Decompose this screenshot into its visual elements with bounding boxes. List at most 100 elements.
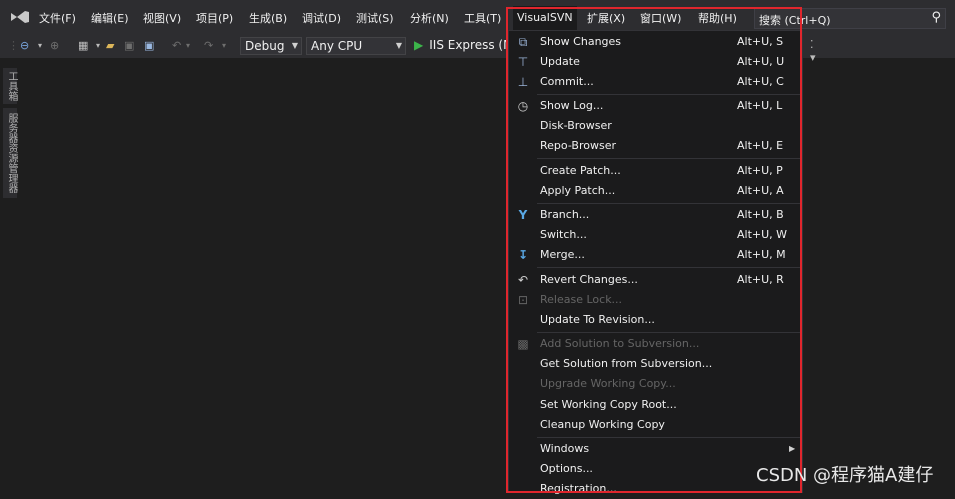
add-solution-icon: ▩ <box>517 337 529 351</box>
menu-item-upgrade-working-copy: Upgrade Working Copy... <box>509 374 802 394</box>
menu-item-label: Commit... <box>540 75 594 88</box>
menu-test[interactable]: 测试(S) <box>356 12 394 26</box>
menu-item-label: Switch... <box>540 228 587 241</box>
menu-debug[interactable]: 调试(D) <box>302 12 341 26</box>
menu-item-cleanup-working-copy[interactable]: Cleanup Working Copy <box>509 415 802 435</box>
menu-item-update[interactable]: ⊤ Update Alt+U, U <box>509 52 802 72</box>
menu-project[interactable]: 项目(P) <box>196 12 233 26</box>
watermark: CSDN @程序猫A建仔 <box>756 465 934 486</box>
new-project-icon[interactable]: ▦ <box>78 38 88 54</box>
redo-dropdown-icon[interactable]: ▾ <box>222 38 226 54</box>
menu-item-repo-browser[interactable]: Repo-Browser Alt+U, E <box>509 136 802 156</box>
menu-item-merge[interactable]: ↧ Merge... Alt+U, M <box>509 245 802 265</box>
menu-item-shortcut: Alt+U, P <box>737 164 783 177</box>
menu-help[interactable]: 帮助(H) <box>698 12 737 26</box>
menu-item-label: Release Lock... <box>540 293 623 306</box>
menu-item-label: Repo-Browser <box>540 139 616 152</box>
chevron-down-icon: ▼ <box>395 41 402 50</box>
back-dropdown-icon[interactable]: ▾ <box>38 38 42 54</box>
menu-item-branch[interactable]: Y Branch... Alt+U, B <box>509 205 802 225</box>
menu-window[interactable]: 窗口(W) <box>640 12 681 26</box>
menu-view[interactable]: 视图(V) <box>143 12 181 26</box>
menu-item-label: Apply Patch... <box>540 184 616 197</box>
menu-item-label: Show Changes <box>540 35 622 48</box>
menu-item-windows[interactable]: Windows ▶ <box>509 439 802 459</box>
menu-item-shortcut: Alt+U, W <box>737 228 788 241</box>
new-dropdown-icon[interactable]: ▾ <box>96 38 100 54</box>
search-placeholder: 搜索 (Ctrl+Q) <box>759 14 831 27</box>
menu-separator <box>537 203 801 204</box>
menu-item-switch[interactable]: Switch... Alt+U, W <box>509 225 802 245</box>
chevron-down-icon: ▼ <box>291 41 298 50</box>
menu-tools[interactable]: 工具(T) <box>464 12 501 26</box>
menu-item-commit[interactable]: ⊥ Commit... Alt+U, C <box>509 72 802 92</box>
menu-item-show-log[interactable]: ◷ Show Log... Alt+U, L <box>509 96 802 116</box>
menu-item-shortcut: Alt+U, L <box>737 99 783 112</box>
menu-item-shortcut: Alt+U, B <box>737 208 784 221</box>
menu-visualsvn[interactable]: VisualSVN <box>513 6 577 30</box>
menu-item-shortcut: Alt+U, E <box>737 139 784 152</box>
branch-icon: Y <box>518 208 528 222</box>
menu-item-label: Options... <box>540 462 593 475</box>
commit-icon: ⊥ <box>517 75 529 89</box>
back-icon[interactable]: ⊖ <box>20 38 29 54</box>
menu-item-apply-patch[interactable]: Apply Patch... Alt+U, A <box>509 181 802 201</box>
menu-item-label: Disk-Browser <box>540 119 612 132</box>
menu-item-disk-browser[interactable]: Disk-Browser <box>509 116 802 136</box>
menu-separator <box>537 437 801 438</box>
save-icon[interactable]: ▣ <box>124 38 134 54</box>
toolbar-overflow-icon[interactable]: ⁚ ▾ <box>810 38 816 64</box>
search-box[interactable]: 搜索 (Ctrl+Q) ⚲ <box>754 8 946 29</box>
undo-icon[interactable]: ↶ <box>172 38 181 54</box>
run-button[interactable]: ▶ IIS Express (Mi <box>414 38 517 52</box>
configuration-value: Debug <box>245 39 285 53</box>
server-explorer-tab[interactable]: 服务器资源管理器 <box>3 108 17 198</box>
menu-edit[interactable]: 编辑(E) <box>91 12 129 26</box>
menu-item-label: Cleanup Working Copy <box>540 418 665 431</box>
save-all-icon[interactable]: ▣ <box>144 38 154 54</box>
menu-item-label: Set Working Copy Root... <box>540 398 677 411</box>
toolbox-tab[interactable]: 工具箱 <box>3 68 17 104</box>
menu-item-shortcut: Alt+U, C <box>737 75 784 88</box>
menu-item-add-solution: ▩ Add Solution to Subversion... <box>509 334 802 354</box>
show-changes-icon: ⧉ <box>518 35 528 49</box>
play-icon: ▶ <box>414 38 424 52</box>
menu-item-label: Update To Revision... <box>540 313 655 326</box>
menu-separator <box>537 332 801 333</box>
menu-item-create-patch[interactable]: Create Patch... Alt+U, P <box>509 161 802 181</box>
menu-item-label: Windows <box>540 442 590 455</box>
unlock-icon: ⊡ <box>517 293 529 307</box>
menu-item-revert-changes[interactable]: ↶ Revert Changes... Alt+U, R <box>509 270 802 290</box>
visual-studio-logo-icon[interactable] <box>9 9 31 25</box>
menu-build[interactable]: 生成(B) <box>249 12 287 26</box>
clock-icon: ◷ <box>517 99 529 113</box>
platform-select[interactable]: Any CPU ▼ <box>306 37 406 55</box>
menu-item-label: Registration... <box>540 482 617 495</box>
menu-item-get-solution[interactable]: Get Solution from Subversion... <box>509 354 802 374</box>
undo-dropdown-icon[interactable]: ▾ <box>186 38 190 54</box>
menu-separator <box>537 158 801 159</box>
forward-icon[interactable]: ⊕ <box>50 38 59 54</box>
menu-item-update-to-revision[interactable]: Update To Revision... <box>509 310 802 330</box>
toolbar-grip-icon: ⋮ <box>8 39 19 52</box>
menu-analyze[interactable]: 分析(N) <box>410 12 449 26</box>
menu-item-label: Branch... <box>540 208 590 221</box>
menu-item-show-changes[interactable]: ⧉ Show Changes Alt+U, S <box>509 32 802 52</box>
chevron-right-icon: ▶ <box>789 444 796 453</box>
menu-item-shortcut: Alt+U, R <box>737 273 784 286</box>
merge-icon: ↧ <box>517 248 529 262</box>
configuration-select[interactable]: Debug ▼ <box>240 37 302 55</box>
menu-extensions[interactable]: 扩展(X) <box>587 12 625 26</box>
menu-item-label: Create Patch... <box>540 164 621 177</box>
update-icon: ⊤ <box>517 55 529 69</box>
open-folder-icon[interactable]: ▰ <box>106 38 114 54</box>
redo-icon[interactable]: ↷ <box>204 38 213 54</box>
menu-item-shortcut: Alt+U, A <box>737 184 784 197</box>
revert-icon: ↶ <box>517 273 529 287</box>
menu-separator <box>537 94 801 95</box>
search-icon[interactable]: ⚲ <box>931 10 941 25</box>
menu-item-label: Update <box>540 55 580 68</box>
menu-bar: 文件(F) 编辑(E) 视图(V) 项目(P) 生成(B) 调试(D) 测试(S… <box>0 0 955 34</box>
menu-item-set-working-copy-root[interactable]: Set Working Copy Root... <box>509 395 802 415</box>
menu-file[interactable]: 文件(F) <box>39 12 76 26</box>
